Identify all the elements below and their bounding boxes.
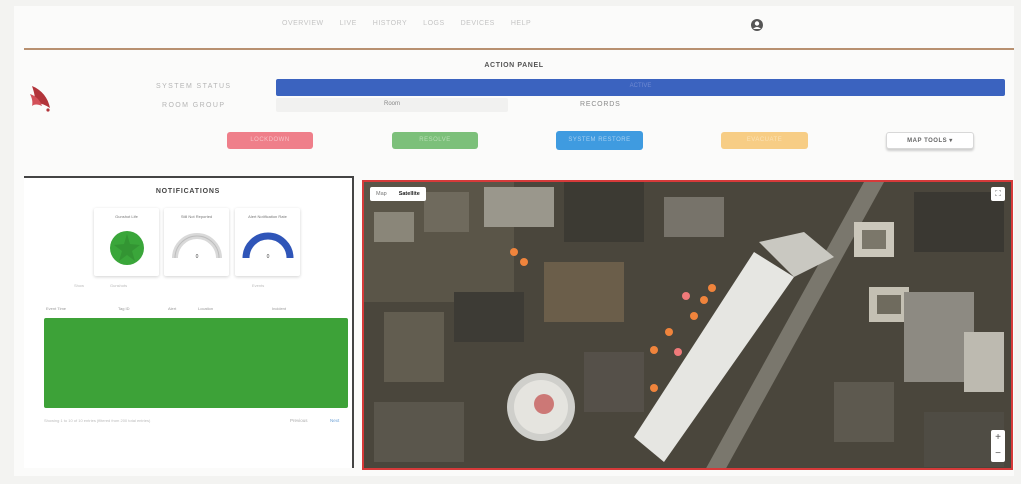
zoom-in-button[interactable]: + xyxy=(991,430,1005,446)
nav-item-overview[interactable]: OVERVIEW xyxy=(282,20,324,27)
user-account-icon[interactable] xyxy=(750,18,764,32)
room-group-label: ROOM GROUP xyxy=(162,102,226,109)
header-divider xyxy=(24,48,1014,50)
system-status-label: SYSTEM STATUS xyxy=(156,83,232,90)
col-tag-id[interactable]: Tag ID xyxy=(118,306,168,311)
zoom-control: + − xyxy=(991,430,1005,462)
map-type-toggle: Map Satellite xyxy=(370,187,426,201)
map-tools-dropdown[interactable]: MAP TOOLS ▾ xyxy=(886,132,974,149)
records-label: RECORDS xyxy=(580,101,621,108)
col-event-time[interactable]: Event Time xyxy=(46,306,118,311)
gauge-value: 0 xyxy=(267,254,270,260)
caption-events: Events xyxy=(252,283,265,288)
nav-item-devices[interactable]: DEVICES xyxy=(461,20,495,27)
system-restore-button[interactable]: SYSTEM RESTORE xyxy=(556,131,643,150)
room-group-value: Room xyxy=(383,101,400,107)
gauge-card: Alert Notification Rate 0 xyxy=(235,208,300,276)
caption-show: Show xyxy=(74,283,85,288)
room-group-select[interactable]: Room xyxy=(276,98,508,112)
notifications-panel: NOTIFICATIONS Gunshot Life Still Not Rep… xyxy=(24,176,354,468)
nav-item-logs[interactable]: LOGS xyxy=(423,20,444,27)
notifications-table-header: Event Time Tag ID Alert Location Inciden… xyxy=(46,306,336,311)
notifications-table-body[interactable] xyxy=(44,318,348,408)
green-gauge xyxy=(110,231,144,265)
notifications-title: NOTIFICATIONS xyxy=(155,188,221,195)
satellite-map[interactable]: Map Satellite ⛶ + − xyxy=(362,180,1013,470)
top-navigation: OVERVIEW LIVE HISTORY LOGS DEVICES HELP xyxy=(14,6,1014,48)
gauge-card: Still Not Reported 0 xyxy=(164,208,229,276)
system-status-value: ACTIVE xyxy=(629,83,652,89)
col-alert[interactable]: Alert xyxy=(168,306,198,311)
gauge-card: Gunshot Life xyxy=(94,208,159,276)
previous-page-button[interactable]: Previous xyxy=(290,418,308,423)
fullscreen-icon[interactable]: ⛶ xyxy=(991,187,1005,201)
resolve-button[interactable]: RESOLVE xyxy=(392,132,478,149)
lockdown-button[interactable]: LOCKDOWN xyxy=(227,132,313,149)
map-type-satellite[interactable]: Satellite xyxy=(393,187,426,201)
blue-gauge: 0 xyxy=(242,232,294,260)
nav-item-history[interactable]: HISTORY xyxy=(373,20,407,27)
action-panel-title: ACTION PANEL xyxy=(484,62,544,69)
system-status-bar: ACTIVE xyxy=(276,79,1005,96)
col-incident[interactable]: Incident xyxy=(272,306,312,311)
nav-item-help[interactable]: HELP xyxy=(511,20,531,27)
col-location[interactable]: Location xyxy=(198,306,272,311)
grey-gauge: 0 xyxy=(172,233,222,260)
nav-menu: OVERVIEW LIVE HISTORY LOGS DEVICES HELP xyxy=(282,20,531,27)
wing-logo-icon xyxy=(30,86,50,112)
gauge-value: 0 xyxy=(196,254,199,260)
caption-gunshots: Gunshots xyxy=(110,283,128,288)
next-page-button[interactable]: Next xyxy=(330,418,339,423)
app-frame: OVERVIEW LIVE HISTORY LOGS DEVICES HELP … xyxy=(14,6,1014,476)
nav-item-live[interactable]: LIVE xyxy=(340,20,357,27)
evacuate-button[interactable]: EVACUATE xyxy=(721,132,808,149)
map-imagery[interactable] xyxy=(364,182,1013,470)
map-type-map[interactable]: Map xyxy=(370,187,393,201)
table-info: Showing 1 to 10 of 10 entries (filtered … xyxy=(44,418,151,423)
zoom-out-button[interactable]: − xyxy=(991,446,1005,462)
